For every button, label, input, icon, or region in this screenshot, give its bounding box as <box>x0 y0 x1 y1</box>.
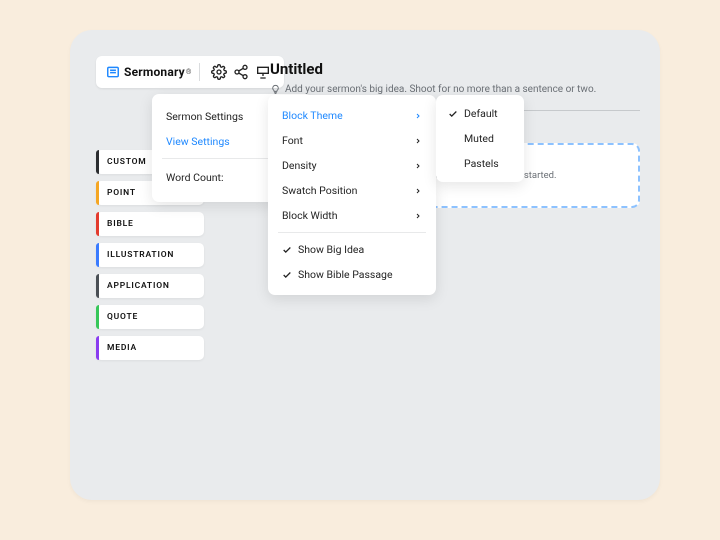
logo-trademark: ® <box>186 68 192 76</box>
chip-label: QUOTE <box>107 312 138 322</box>
chip-label: MEDIA <box>107 343 137 353</box>
menu-item-density[interactable]: Density <box>268 153 436 178</box>
block-chip-quote[interactable]: QUOTE <box>96 305 204 329</box>
share-icon[interactable] <box>233 64 249 80</box>
swatch <box>96 243 99 267</box>
toggle-show-big-idea[interactable]: Show Big Idea <box>268 237 436 262</box>
logo-icon <box>106 65 120 79</box>
swatch <box>96 336 99 360</box>
app-window: Sermonary ® Untitled Add your sermon's b… <box>70 30 660 500</box>
chip-label: APPLICATION <box>107 281 170 291</box>
swatch <box>96 212 99 236</box>
chip-label: BIBLE <box>107 219 134 229</box>
block-chip-bible[interactable]: BIBLE <box>96 212 204 236</box>
check-icon <box>282 245 292 255</box>
swatch <box>96 305 99 329</box>
block-chip-illustration[interactable]: ILLUSTRATION <box>96 243 204 267</box>
document-title[interactable]: Untitled <box>270 60 323 78</box>
big-idea-placeholder: Add your sermon's big idea. Shoot for no… <box>285 84 596 95</box>
theme-option-default[interactable]: Default <box>436 101 524 126</box>
divider <box>278 232 426 233</box>
menu-item-swatch-position[interactable]: Swatch Position <box>268 178 436 203</box>
chip-label: ILLUSTRATION <box>107 250 174 260</box>
chevron-right-icon <box>414 112 422 120</box>
check-icon <box>448 109 458 119</box>
menu-item-block-theme[interactable]: Block Theme <box>268 103 436 128</box>
logo-text: Sermonary <box>124 65 185 79</box>
theme-option-pastels[interactable]: Pastels <box>436 151 524 176</box>
view-settings-popover: Block ThemeFontDensitySwatch PositionBlo… <box>268 95 436 295</box>
topbar: Sermonary ® <box>96 56 284 88</box>
chevron-right-icon <box>414 162 422 170</box>
menu-item-font[interactable]: Font <box>268 128 436 153</box>
big-idea-row[interactable]: Add your sermon's big idea. Shoot for no… <box>270 84 596 95</box>
swatch <box>96 181 99 205</box>
toggle-show-bible-passage[interactable]: Show Bible Passage <box>268 262 436 287</box>
divider <box>199 63 200 81</box>
menu-item-block-width[interactable]: Block Width <box>268 203 436 228</box>
chip-label: CUSTOM <box>107 157 147 167</box>
theme-option-muted[interactable]: Muted <box>436 126 524 151</box>
check-icon <box>282 270 292 280</box>
swatch <box>96 274 99 298</box>
chip-label: POINT <box>107 188 136 198</box>
block-chip-media[interactable]: MEDIA <box>96 336 204 360</box>
chevron-right-icon <box>414 137 422 145</box>
chevron-right-icon <box>414 212 422 220</box>
chevron-right-icon <box>414 187 422 195</box>
gear-icon[interactable] <box>211 64 227 80</box>
swatch <box>96 150 99 174</box>
block-theme-popover: DefaultMutedPastels <box>436 95 524 182</box>
block-chip-application[interactable]: APPLICATION <box>96 274 204 298</box>
